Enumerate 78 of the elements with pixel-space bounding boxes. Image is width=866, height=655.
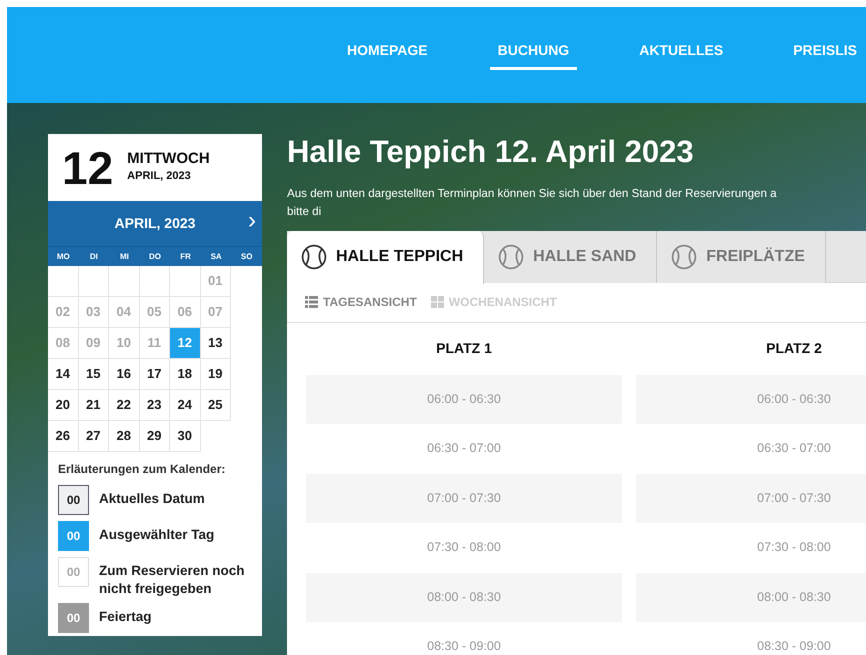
selected-day-swatch: 00 xyxy=(58,521,89,551)
calendar-day[interactable]: 02 xyxy=(48,297,78,328)
month-title: APRIL, 2023 xyxy=(114,214,196,233)
month-year-label: APRIL, 2023 xyxy=(127,168,192,184)
page-title: Halle Teppich 12. April 2023 xyxy=(287,134,695,170)
time-slot[interactable]: 06:00 - 06:30 xyxy=(636,374,866,424)
weekday-name: SO xyxy=(240,250,254,262)
court-tab[interactable]: HALLE TEPPICH xyxy=(287,230,484,284)
calendar-day[interactable]: 24 xyxy=(170,390,200,421)
calendar-day[interactable]: 07 xyxy=(200,297,231,328)
time-slot[interactable]: 07:00 - 07:30 xyxy=(306,474,622,524)
calendar-day[interactable]: 16 xyxy=(109,359,140,390)
calendar-day[interactable]: 09 xyxy=(78,328,109,359)
calendar-day[interactable]: 12 xyxy=(170,328,200,359)
time-slot[interactable]: 08:00 - 08:30 xyxy=(306,572,622,622)
legend-label: Aktuelles Datum xyxy=(99,490,206,508)
time-slot[interactable]: 06:00 - 06:30 xyxy=(306,374,622,424)
calendar-day[interactable]: 01 xyxy=(200,266,231,297)
weekday-name: SA xyxy=(210,250,223,262)
list-icon xyxy=(305,296,318,308)
empty-day-cell xyxy=(78,266,109,297)
calendar-day[interactable]: 15 xyxy=(78,359,109,390)
calendar-day[interactable]: 13 xyxy=(200,328,231,359)
calendar-day[interactable]: 10 xyxy=(109,328,140,359)
empty-day-cell xyxy=(140,266,170,297)
time-slot[interactable]: 07:00 - 07:30 xyxy=(636,474,866,524)
empty-day-cell xyxy=(109,266,140,297)
calendar-day[interactable]: 26 xyxy=(48,421,78,452)
empty-day-cell xyxy=(170,266,200,297)
calendar-day[interactable]: 05 xyxy=(140,297,170,328)
calendar-day[interactable]: 25 xyxy=(200,390,231,421)
weekday-name: MO xyxy=(56,250,71,262)
nav-link[interactable]: BUCHUNG xyxy=(490,40,578,70)
weekday-name: FR xyxy=(179,250,192,262)
calendar-day[interactable]: 08 xyxy=(48,328,78,359)
tennis-ball-icon xyxy=(671,244,698,270)
calendar-day[interactable]: 18 xyxy=(170,359,200,390)
nav-link[interactable]: PREISLIS xyxy=(793,40,857,70)
court-name: PLATZ 2 xyxy=(765,339,823,358)
weekday-name: DI xyxy=(88,250,99,262)
weekday-name: DO xyxy=(148,250,162,262)
weekday-name: MI xyxy=(118,250,130,262)
calendar-day[interactable]: 04 xyxy=(109,297,140,328)
calendar-day[interactable]: 21 xyxy=(78,390,109,421)
nav-link[interactable]: AKTUELLES xyxy=(639,40,724,70)
calendar-day[interactable]: 27 xyxy=(78,421,109,452)
next-month-button[interactable]: › xyxy=(246,209,258,233)
weekday-label: MITTWOCH xyxy=(127,151,210,168)
day-number: 12 xyxy=(62,144,114,190)
calendar-day[interactable]: 30 xyxy=(170,421,200,452)
legend-title: Erläuterungen zum Kalender: xyxy=(57,461,226,478)
calendar-day[interactable]: 19 xyxy=(200,359,231,390)
empty-day-cell xyxy=(48,266,78,297)
time-slot[interactable]: 08:00 - 08:30 xyxy=(636,572,866,622)
description-text: Aus dem unten dargestellten Terminplan können Sie sich über den Stand der Reservierungen a xyxy=(287,186,778,202)
court-tab[interactable]: HALLE SAND xyxy=(484,230,658,283)
legend-label: Zum Reservieren noch nicht freigegeben xyxy=(99,562,246,598)
calendar-day[interactable]: 14 xyxy=(48,359,78,390)
current-date-swatch: 00 xyxy=(58,485,89,515)
nav-link[interactable]: HOMEPAGE xyxy=(347,40,428,70)
legend-label: Ausgewählter Tag xyxy=(99,526,216,544)
legend-label: Feiertag xyxy=(99,608,153,626)
calendar-day[interactable]: 03 xyxy=(78,297,109,328)
calendar-day[interactable]: 20 xyxy=(48,390,78,421)
tennis-ball-icon xyxy=(498,244,524,270)
description-text: bitte di xyxy=(287,204,322,220)
calendar-day[interactable]: 29 xyxy=(140,421,170,452)
view-toggle[interactable]: TAGESANSICHT xyxy=(305,292,417,312)
calendar-day[interactable]: 23 xyxy=(140,390,170,421)
court-tab[interactable]: FREIPLÄTZE xyxy=(657,230,826,283)
calendar-day[interactable]: 22 xyxy=(109,390,140,421)
grid-icon xyxy=(430,296,444,308)
tennis-ball-icon xyxy=(301,244,327,270)
calendar-day[interactable]: 17 xyxy=(140,359,170,390)
calendar-day[interactable]: 28 xyxy=(109,421,140,452)
court-name: PLATZ 1 xyxy=(435,339,493,358)
holiday-swatch: 00 xyxy=(58,603,89,634)
unreleased-day-swatch: 00 xyxy=(58,557,89,587)
